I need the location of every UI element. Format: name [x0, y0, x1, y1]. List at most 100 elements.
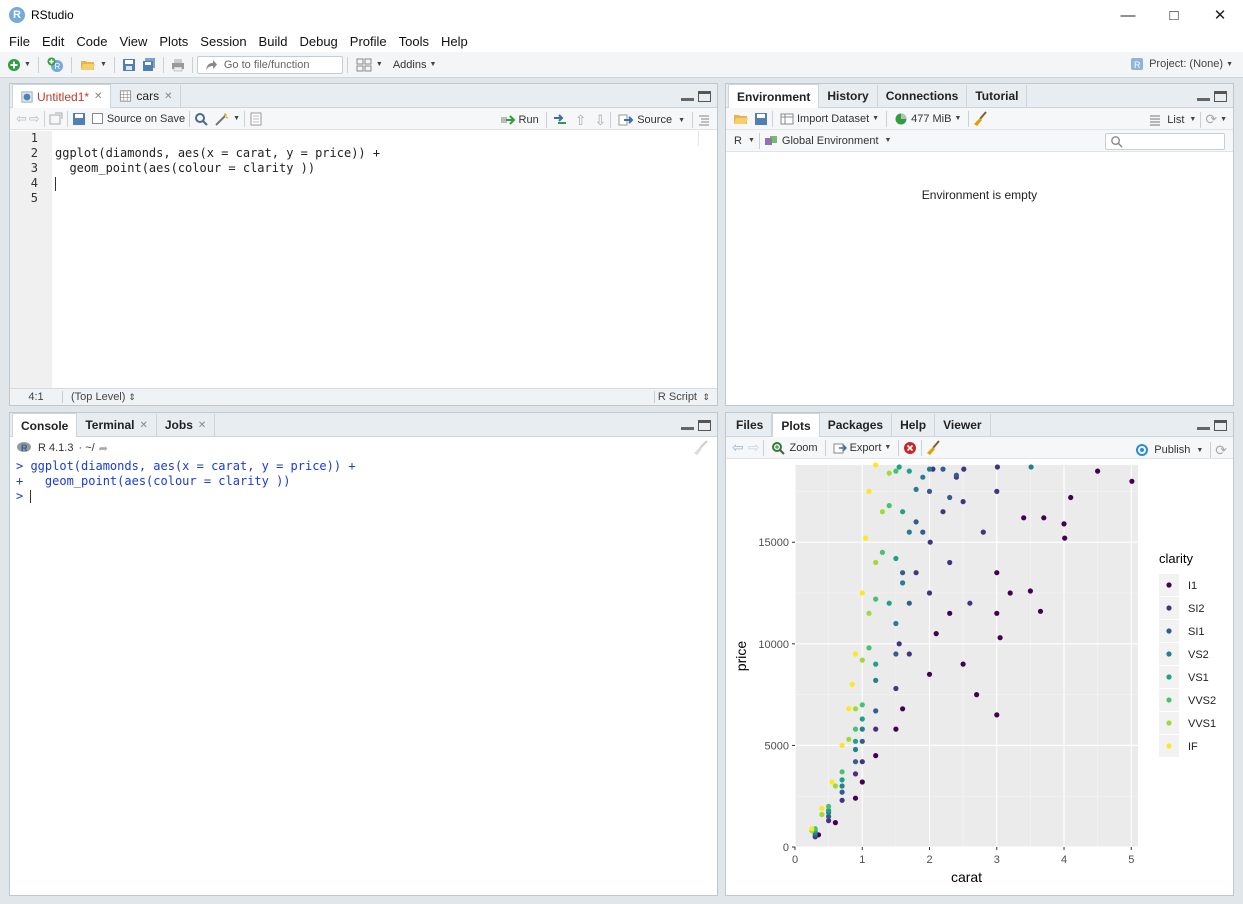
export-button[interactable]: Export ▼ — [830, 438, 895, 458]
tab-packages[interactable]: Packages — [820, 414, 893, 436]
source-on-save-checkbox[interactable] — [91, 113, 103, 124]
menu-plots[interactable]: Plots — [153, 34, 194, 49]
workspace-panes-button[interactable]: ▼ — [352, 55, 386, 75]
import-dataset-button[interactable]: Import Dataset ▼ — [777, 109, 882, 129]
maximize-pane-icon[interactable] — [698, 420, 711, 431]
compile-report-icon[interactable] — [249, 112, 263, 126]
minimize-button[interactable]: — — [1105, 0, 1151, 30]
tab-console[interactable]: Console — [12, 413, 78, 437]
data-point-vs1 — [886, 600, 892, 606]
maximize-pane-icon[interactable] — [698, 91, 711, 102]
goto-file-input[interactable]: Go to file/function — [196, 55, 343, 74]
data-point-vvs1 — [852, 706, 859, 712]
tab-plots[interactable]: Plots — [772, 413, 820, 437]
forward-arrow-icon[interactable]: ⇨ — [29, 111, 40, 127]
code-editor[interactable]: 1 2 3 4 5 ggplot(diamonds, aes(x = carat… — [10, 131, 717, 388]
global-environment-selector[interactable]: Global Environment — [782, 135, 879, 147]
refresh-icon[interactable]: ⟳ — [1215, 442, 1227, 459]
menu-file[interactable]: File — [3, 34, 36, 49]
menu-tools[interactable]: Tools — [393, 34, 435, 49]
environment-search-input[interactable] — [1105, 133, 1225, 150]
console-prompt-line[interactable]: > — [16, 489, 717, 504]
scope-indicator[interactable]: (Top Level) — [71, 391, 125, 403]
language-selector[interactable]: R — [734, 135, 742, 147]
menu-debug[interactable]: Debug — [293, 34, 343, 49]
minimize-pane-icon[interactable] — [681, 420, 694, 430]
menu-session[interactable]: Session — [194, 34, 252, 49]
close-tab-icon[interactable]: ✕ — [164, 91, 172, 102]
show-in-window-icon[interactable] — [49, 112, 63, 126]
tab-untitled1[interactable]: Untitled1* ✕ — [12, 84, 112, 108]
code-area[interactable]: ggplot(diamonds, aes(x = carat, y = pric… — [52, 131, 717, 388]
data-point-if — [866, 488, 872, 494]
tab-files[interactable]: Files — [728, 414, 773, 436]
tab-connections[interactable]: Connections — [878, 85, 968, 107]
clear-plots-broom-icon[interactable] — [926, 439, 942, 456]
load-workspace-icon[interactable] — [732, 112, 750, 126]
tab-environment[interactable]: Environment — [728, 84, 820, 108]
project-menu[interactable]: R Project: (None) ▼ — [1130, 57, 1233, 71]
tab-terminal[interactable]: Terminal ✕ — [77, 414, 157, 436]
close-button[interactable]: ✕ — [1197, 0, 1243, 30]
maximize-button[interactable]: □ — [1151, 0, 1197, 30]
new-project-button[interactable]: R — [43, 55, 67, 75]
minimize-pane-icon[interactable] — [1197, 420, 1210, 430]
rerun-icon[interactable] — [551, 113, 569, 127]
save-workspace-icon[interactable] — [754, 112, 768, 126]
go-to-directory-icon[interactable]: ➦ — [99, 442, 108, 455]
menu-view[interactable]: View — [113, 34, 153, 49]
next-plot-icon[interactable]: ⇨ — [748, 439, 760, 456]
clear-broom-icon[interactable] — [973, 110, 989, 127]
plot-viewport[interactable]: 0 1 2 3 4 5 0 5000 10000 15000 carat price clarity I1… — [726, 460, 1233, 895]
save-icon[interactable] — [72, 112, 86, 126]
tab-viewer[interactable]: Viewer — [935, 414, 991, 436]
data-point-si2 — [927, 539, 933, 545]
go-to-previous-section-icon[interactable]: ⇧ — [575, 112, 587, 129]
print-button[interactable] — [168, 55, 188, 75]
clear-console-broom-icon[interactable] — [693, 440, 709, 456]
menu-code[interactable]: Code — [70, 34, 113, 49]
open-file-button[interactable]: ▼ — [76, 55, 110, 75]
go-to-next-section-icon[interactable]: ⇩ — [594, 112, 606, 129]
save-all-button[interactable] — [139, 55, 159, 75]
memory-usage-button[interactable]: 477 MiB ▼ — [891, 109, 964, 129]
back-arrow-icon[interactable]: ⇦ — [16, 111, 27, 127]
tab-jobs[interactable]: Jobs ✕ — [157, 414, 216, 436]
close-tab-icon[interactable]: ✕ — [198, 420, 206, 431]
outline-icon[interactable] — [697, 113, 711, 127]
code-tools-wand-icon[interactable] — [214, 112, 230, 126]
close-tab-icon[interactable]: ✕ — [94, 91, 102, 102]
save-button[interactable] — [119, 55, 139, 75]
new-file-button[interactable]: ▼ — [4, 55, 34, 75]
tab-help[interactable]: Help — [892, 414, 936, 436]
data-point-vvs2 — [893, 468, 899, 474]
previous-plot-icon[interactable]: ⇦ — [732, 439, 744, 456]
tab-history[interactable]: History — [819, 85, 878, 107]
console-output[interactable]: > ggplot(diamonds, aes(x = carat, y = pr… — [10, 459, 717, 504]
data-point-si1 — [852, 759, 859, 765]
maximize-pane-icon[interactable] — [1214, 91, 1227, 102]
zoom-button[interactable]: Zoom — [768, 438, 820, 458]
maximize-pane-icon[interactable] — [1214, 420, 1227, 431]
data-point-vvs1 — [859, 657, 865, 663]
search-icon[interactable] — [194, 112, 208, 126]
tab-tutorial[interactable]: Tutorial — [967, 85, 1028, 107]
addins-button[interactable]: Addins ▼ — [390, 55, 440, 75]
publish-button[interactable]: Publish ▼ — [1131, 440, 1206, 460]
remove-plot-icon[interactable] — [903, 441, 917, 455]
tab-cars[interactable]: cars ✕ — [111, 85, 182, 107]
view-mode-selector[interactable]: List — [1167, 114, 1184, 126]
close-tab-icon[interactable]: ✕ — [139, 420, 147, 431]
data-point-si2 — [893, 685, 899, 692]
refresh-icon[interactable]: ⟳ — [1205, 111, 1217, 128]
menu-help[interactable]: Help — [435, 34, 474, 49]
run-button[interactable]: Run — [497, 110, 542, 130]
menu-profile[interactable]: Profile — [344, 34, 393, 49]
minimize-pane-icon[interactable] — [681, 91, 694, 101]
minimize-pane-icon[interactable] — [1197, 91, 1210, 101]
file-type-selector[interactable]: R Script — [658, 391, 697, 403]
menu-edit[interactable]: Edit — [36, 34, 70, 49]
source-button[interactable]: Source ▼ — [615, 110, 688, 130]
menu-build[interactable]: Build — [253, 34, 294, 49]
